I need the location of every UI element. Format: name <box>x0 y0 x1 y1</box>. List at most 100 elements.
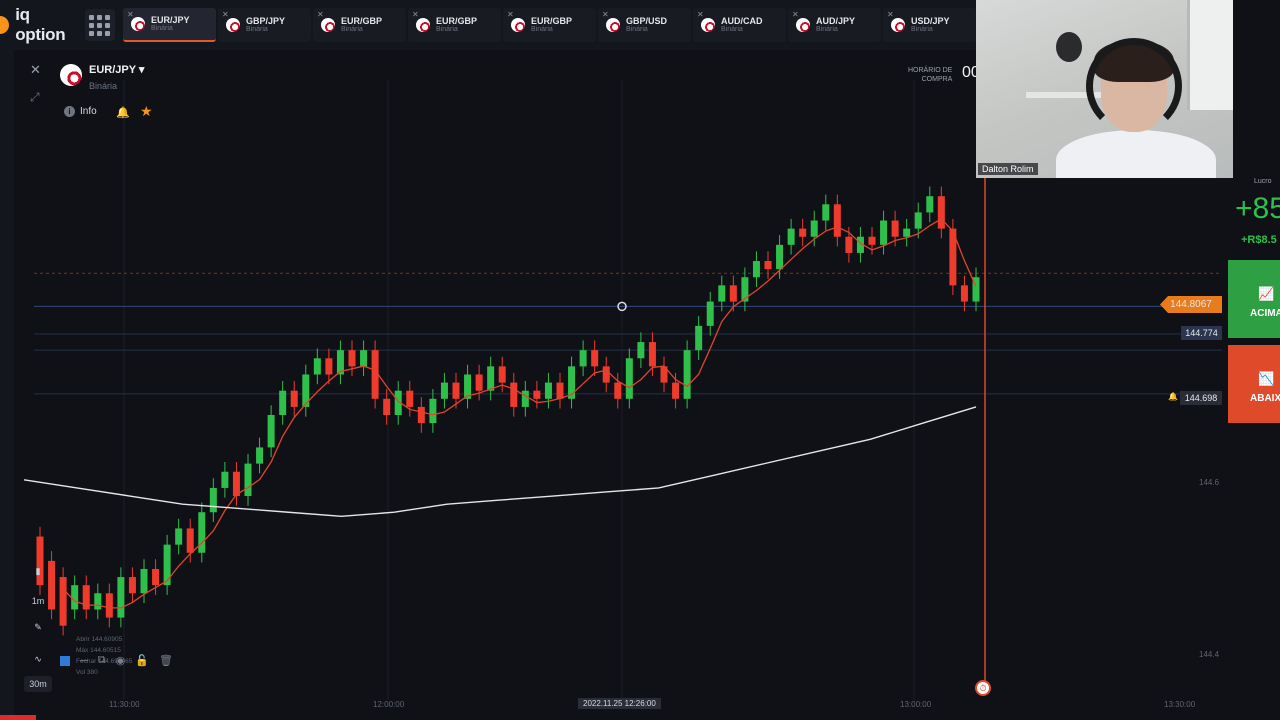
candle-body <box>71 585 79 610</box>
webcam-window <box>1187 0 1233 110</box>
tab-sub-label: Binária <box>151 25 173 33</box>
currency-flag-icon <box>606 18 620 32</box>
tab-sub-label: Binária <box>721 26 743 34</box>
candles-type-icon[interactable]: ▮ <box>24 566 52 577</box>
expiry-timer-icon[interactable]: ⏱ <box>975 680 991 696</box>
asset-selector[interactable]: EUR/JPY ▾ <box>89 63 144 76</box>
candle-body <box>556 382 564 399</box>
top-tab-bar: iq option ✕ EUR/JPY Binária ✕ GBP/JPY Binária… <box>0 0 976 50</box>
tab-label: AUD/CAD <box>721 15 763 26</box>
tab-close-icon[interactable]: ✕ <box>317 10 324 19</box>
candle-body <box>290 390 298 407</box>
buy-down-label: ABAIXO <box>1250 393 1280 404</box>
candle-body <box>960 285 968 302</box>
alert-bell-icon[interactable]: 🔔 <box>1168 392 1178 401</box>
buy-up-button[interactable]: 📈 ACIMA <box>1228 260 1280 338</box>
webcam-name-label: Dalton Rolim <box>978 163 1038 175</box>
tab-eur-gbp[interactable]: ✕ EUR/GBP Binária <box>503 8 596 42</box>
tab-usd-jpy[interactable]: ✕ USD/JPY Binária <box>883 8 976 42</box>
tab-close-icon[interactable]: ✕ <box>602 10 609 19</box>
drawing-toolbar: ─ ⧉ ◉ 🔓 🗑 <box>60 654 173 667</box>
candle-body <box>683 350 691 399</box>
line-style-icon[interactable]: ─ <box>80 655 88 667</box>
candle-body <box>128 577 136 594</box>
currency-flag-icon <box>416 18 430 32</box>
candle-body <box>591 350 599 367</box>
candle-body <box>602 366 610 383</box>
candle-body <box>105 593 113 618</box>
copy-icon[interactable]: ⧉ <box>98 654 106 667</box>
tab-label: GBP/JPY <box>246 15 286 26</box>
candle-body <box>937 196 945 229</box>
interval-30m[interactable]: 30m <box>24 676 52 692</box>
tab-aud-jpy[interactable]: ✕ AUD/JPY Binária <box>788 8 881 42</box>
unlock-icon[interactable]: 🔓 <box>135 654 149 667</box>
moving-average-slow-line <box>23 406 977 517</box>
ohlc-volume: Vol 380 <box>76 669 98 676</box>
candle-body <box>672 382 680 399</box>
candle-body <box>452 382 460 399</box>
pencil-icon[interactable]: ✎ <box>24 622 52 633</box>
candle-body <box>140 568 148 594</box>
tab-close-icon[interactable]: ✕ <box>127 10 134 19</box>
tab-close-icon[interactable]: ✕ <box>507 10 514 19</box>
tab-eur-gbp[interactable]: ✕ EUR/GBP Binária <box>313 8 406 42</box>
tab-eur-gbp[interactable]: ✕ EUR/GBP Binária <box>408 8 501 42</box>
tab-sub-label: Binária <box>246 26 268 34</box>
bell-icon[interactable]: 🔔 <box>116 106 130 119</box>
candle-body <box>209 487 217 513</box>
asset-type: Binária <box>89 81 118 91</box>
tab-close-icon[interactable]: ✕ <box>222 10 229 19</box>
tab-eur-jpy[interactable]: ✕ EUR/JPY Binária <box>123 8 216 42</box>
tab-gbp-jpy[interactable]: ✕ GBP/JPY Binária <box>218 8 311 42</box>
candle-body <box>810 220 818 237</box>
candle-body <box>799 228 807 237</box>
tab-close-icon[interactable]: ✕ <box>887 10 894 19</box>
headset-icon <box>1086 38 1182 134</box>
tab-label: AUD/JPY <box>816 15 856 26</box>
candle-body <box>787 228 795 245</box>
candle-body <box>752 261 760 278</box>
tab-label: EUR/GBP <box>436 15 478 26</box>
candle-body <box>776 244 784 270</box>
eye-icon[interactable]: ◉ <box>116 654 126 667</box>
candle-body <box>383 398 391 415</box>
tab-sub-label: Binária <box>531 26 553 34</box>
tab-close-icon[interactable]: ✕ <box>412 10 419 19</box>
candle-body <box>648 342 656 367</box>
candle-body <box>440 382 448 399</box>
candle-size-1m[interactable]: 1m <box>24 596 52 606</box>
trash-icon[interactable]: 🗑 <box>159 654 173 667</box>
candle-body <box>868 236 876 245</box>
horizontal-line-price-tag[interactable]: 144.774 <box>1181 326 1222 340</box>
indicators-icon[interactable]: ∿ <box>24 654 52 665</box>
expand-icon[interactable]: ⤢ <box>30 90 40 105</box>
tab-aud-cad[interactable]: ✕ AUD/CAD Binária <box>693 8 786 42</box>
candle-body <box>833 204 841 237</box>
apps-grid-icon[interactable] <box>84 9 115 41</box>
tab-label: EUR/JPY <box>151 14 190 25</box>
time-axis-label: 11:30:00 <box>109 700 140 709</box>
buy-down-button[interactable]: 📉 ABAIXO <box>1228 345 1280 423</box>
tab-sub-label: Binária <box>911 26 933 34</box>
tab-close-icon[interactable]: ✕ <box>792 10 799 19</box>
alert-price-tag[interactable]: 144.698 <box>1180 391 1222 405</box>
buy-up-label: ACIMA <box>1250 308 1280 319</box>
star-icon[interactable]: ★ <box>140 103 153 120</box>
info-button[interactable]: i Info <box>64 106 97 117</box>
currency-flag-icon <box>796 18 810 32</box>
webcam-fan <box>1056 32 1082 62</box>
ohlc-open: Abrir 144.60905 <box>76 636 123 643</box>
tab-gbp-usd[interactable]: ✕ GBP/USD Binária <box>598 8 691 42</box>
left-rail <box>0 50 14 720</box>
close-icon[interactable]: ✕ <box>30 62 41 78</box>
tab-label: GBP/USD <box>626 15 668 26</box>
tab-sub-label: Binária <box>816 26 838 34</box>
color-swatch-icon[interactable] <box>60 655 70 666</box>
candle-body <box>891 220 899 237</box>
currency-flag-icon <box>511 18 525 32</box>
trend-down-icon: 📉 <box>1258 371 1275 386</box>
iq-option-logo[interactable]: iq option <box>0 5 79 45</box>
tab-label: USD/JPY <box>911 15 950 26</box>
tab-close-icon[interactable]: ✕ <box>697 10 704 19</box>
